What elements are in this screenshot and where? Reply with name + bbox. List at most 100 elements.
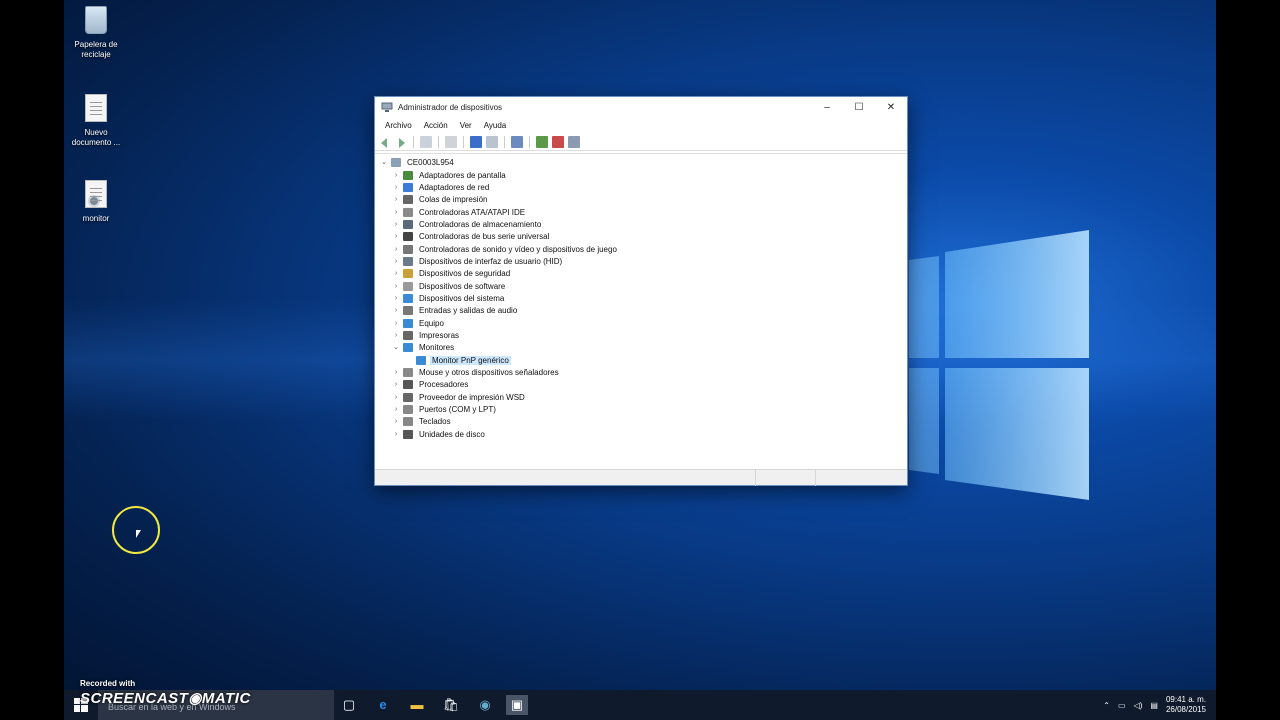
maximize-button[interactable]: ☐ xyxy=(843,97,875,117)
store-icon[interactable]: 🛍 xyxy=(440,695,462,715)
device-category-icon xyxy=(403,293,413,303)
desktop-icon-new-document[interactable]: Nuevo documento ... xyxy=(64,94,128,148)
tree-category[interactable]: › Controladoras de bus serie universal xyxy=(391,230,551,242)
expand-chevron-icon[interactable]: › xyxy=(391,258,401,265)
minimize-button[interactable]: – xyxy=(811,97,843,117)
desktop-icon-monitor[interactable]: monitor xyxy=(64,180,128,224)
tree-category[interactable]: › Dispositivos de software xyxy=(391,280,507,292)
tree-category[interactable]: › Controladoras de almacenamiento xyxy=(391,218,543,230)
tree-category-label: Proveedor de impresión WSD xyxy=(419,392,525,402)
view-icon[interactable] xyxy=(486,135,498,148)
edge-browser-icon[interactable]: e xyxy=(372,695,394,715)
close-button[interactable]: ✕ xyxy=(875,97,907,117)
tree-category[interactable]: › Controladoras ATA/ATAPI IDE xyxy=(391,206,527,218)
tree-category[interactable]: › Adaptadores de red xyxy=(391,181,491,193)
desktop-icon-label: Papelera de reciclaje xyxy=(74,40,118,59)
clock[interactable]: 09:41 a. m. 26/08/2015 xyxy=(1166,695,1206,715)
menu-ayuda[interactable]: Ayuda xyxy=(478,121,513,130)
title-bar[interactable]: Administrador de dispositivos – ☐ ✕ xyxy=(375,97,907,117)
file-explorer-icon[interactable]: ▬ xyxy=(406,695,428,715)
expand-chevron-icon[interactable]: › xyxy=(391,283,401,290)
tree-device-item[interactable]: Monitor PnP genérico xyxy=(414,354,511,366)
tree-category-label: Mouse y otros dispositivos señaladores xyxy=(419,367,559,377)
update-driver-icon[interactable] xyxy=(536,135,548,148)
screencast-app-icon[interactable]: ◉ xyxy=(474,695,496,715)
device-category-icon xyxy=(403,256,413,266)
task-view-icon[interactable]: ▢ xyxy=(338,695,360,715)
expand-chevron-icon[interactable]: › xyxy=(391,418,401,425)
help-icon[interactable] xyxy=(470,135,482,148)
tree-category[interactable]: › Procesadores xyxy=(391,378,470,390)
expand-chevron-icon[interactable]: › xyxy=(391,406,401,413)
expand-chevron-icon[interactable]: › xyxy=(391,221,401,228)
watermark-recorded-with: Recorded with xyxy=(80,679,136,688)
device-category-icon xyxy=(403,281,413,291)
scan-hardware-icon[interactable] xyxy=(511,135,523,148)
device-manager-taskbar-icon[interactable]: ▣ xyxy=(506,695,528,715)
forward-arrow-icon[interactable] xyxy=(395,136,407,148)
device-category-icon xyxy=(403,367,413,377)
network-icon[interactable]: ▭ xyxy=(1118,701,1126,710)
tree-category-label: Dispositivos de interfaz de usuario (HID… xyxy=(419,256,563,266)
device-category-icon xyxy=(403,318,413,328)
menu-archivo[interactable]: Archivo xyxy=(379,121,418,130)
tree-category[interactable]: › Mouse y otros dispositivos señaladores xyxy=(391,366,561,378)
expand-chevron-icon[interactable]: › xyxy=(391,295,401,302)
tree-category[interactable]: › Entradas y salidas de audio xyxy=(391,304,519,316)
tree-device-label: Monitor PnP genérico xyxy=(430,355,511,365)
menu-accion[interactable]: Acción xyxy=(418,121,454,130)
expand-chevron-icon[interactable]: › xyxy=(391,209,401,216)
expand-chevron-icon[interactable]: › xyxy=(391,332,401,339)
tree-category[interactable]: › Adaptadores de pantalla xyxy=(391,169,508,181)
menu-ver[interactable]: Ver xyxy=(454,121,478,130)
tree-category-label: Controladoras de almacenamiento xyxy=(419,219,542,229)
tree-category[interactable]: › Colas de impresión xyxy=(391,193,489,205)
disable-device-icon[interactable] xyxy=(568,135,580,148)
tree-category[interactable]: › Impresoras xyxy=(391,329,461,341)
tree-category-label: Adaptadores de pantalla xyxy=(419,170,506,180)
notifications-icon[interactable]: ▤ xyxy=(1150,701,1158,710)
expand-chevron-icon[interactable]: › xyxy=(391,394,401,401)
desktop-icon-recycle-bin[interactable]: Papelera de reciclaje xyxy=(64,6,128,60)
tree-category[interactable]: › Dispositivos de seguridad xyxy=(391,267,512,279)
expand-chevron-icon[interactable]: › xyxy=(391,233,401,240)
collapse-chevron-icon[interactable]: ⌄ xyxy=(391,343,401,351)
tree-category[interactable]: › Dispositivos del sistema xyxy=(391,292,506,304)
tree-category-label: Procesadores xyxy=(419,379,469,389)
tree-category[interactable]: ⌄ Monitores xyxy=(391,341,456,353)
device-manager-window[interactable]: Administrador de dispositivos – ☐ ✕ Arch… xyxy=(374,96,908,486)
expand-chevron-icon[interactable]: › xyxy=(391,431,401,438)
tree-category[interactable]: › Puertos (COM y LPT) xyxy=(391,403,498,415)
expand-chevron-icon[interactable]: › xyxy=(391,320,401,327)
volume-icon[interactable]: ◁) xyxy=(1134,701,1143,710)
back-arrow-icon[interactable] xyxy=(379,136,391,148)
show-hidden-icons-icon[interactable]: ⌃ xyxy=(1103,701,1110,710)
expand-chevron-icon[interactable]: › xyxy=(391,270,401,277)
properties-icon[interactable] xyxy=(445,135,457,148)
desktop-icon-label: monitor xyxy=(82,214,110,223)
tree-category[interactable]: › Teclados xyxy=(391,415,453,427)
expand-chevron-icon[interactable]: › xyxy=(391,196,401,203)
uninstall-device-icon[interactable] xyxy=(552,135,564,148)
tree-category[interactable]: › Equipo xyxy=(391,317,446,329)
windows-logo-wallpaper xyxy=(909,230,1089,500)
expand-chevron-icon[interactable]: › xyxy=(391,307,401,314)
tree-root[interactable]: ⌄ CE0003L954 xyxy=(379,156,456,168)
show-hide-tree-icon[interactable] xyxy=(420,135,432,148)
collapse-chevron-icon[interactable]: ⌄ xyxy=(379,158,389,166)
status-bar xyxy=(375,469,907,486)
device-tree[interactable]: ⌄ CE0003L954 › Adaptadores de pantalla › Ad… xyxy=(375,153,907,471)
expand-chevron-icon[interactable]: › xyxy=(391,184,401,191)
tree-category-label: Entradas y salidas de audio xyxy=(419,305,518,315)
expand-chevron-icon[interactable]: › xyxy=(391,172,401,179)
tree-category[interactable]: › Unidades de disco xyxy=(391,428,487,440)
expand-chevron-icon[interactable]: › xyxy=(391,381,401,388)
recycle-bin-icon xyxy=(85,6,107,34)
tree-category[interactable]: › Controladoras de sonido y vídeo y dispo… xyxy=(391,243,619,255)
tree-category[interactable]: › Dispositivos de interfaz de usuario (HI… xyxy=(391,255,564,267)
tree-category-label: Colas de impresión xyxy=(419,194,488,204)
tree-category[interactable]: › Proveedor de impresión WSD xyxy=(391,391,527,403)
expand-chevron-icon[interactable]: › xyxy=(391,369,401,376)
expand-chevron-icon[interactable]: › xyxy=(391,246,401,253)
device-category-icon xyxy=(403,342,413,352)
